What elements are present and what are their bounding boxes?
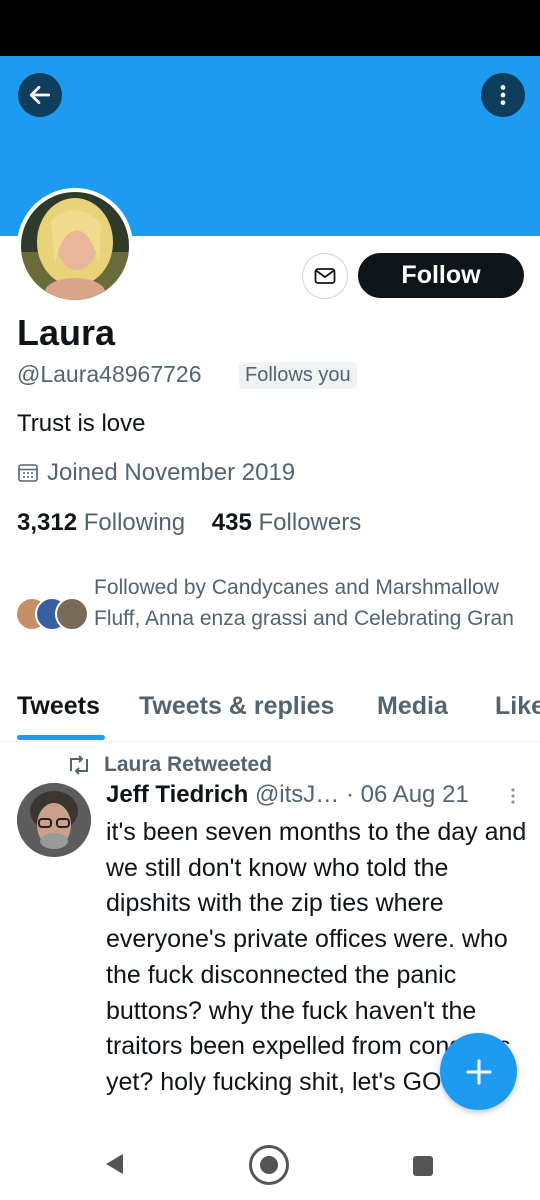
- mutual-avatar: [55, 597, 89, 631]
- status-bar: [0, 0, 540, 56]
- active-tab-indicator: [17, 735, 105, 740]
- tab-media[interactable]: Media: [377, 692, 448, 721]
- followers-label: Followers: [258, 509, 362, 536]
- profile-avatar[interactable]: [17, 188, 133, 304]
- home-dot-icon: [260, 1156, 278, 1174]
- profile-bio: Trust is love: [17, 410, 146, 437]
- plus-icon: [466, 1059, 491, 1084]
- nav-recents-button[interactable]: [413, 1156, 433, 1176]
- more-options-button[interactable]: [481, 73, 525, 117]
- mutual-followers-avatars[interactable]: [15, 597, 90, 633]
- tweet-separator: ·: [345, 781, 354, 808]
- envelope-icon: [314, 268, 336, 284]
- calendar-icon: [18, 464, 38, 482]
- retweet-label: Laura Retweeted: [104, 753, 273, 776]
- retweet-indicator: Laura Retweeted: [66, 753, 272, 777]
- joined-text: Joined November 2019: [47, 459, 296, 486]
- followed-by-text[interactable]: Followed by Candycanes and Marshmallow F…: [94, 572, 514, 634]
- followers-count: 435: [211, 509, 252, 536]
- joined-date: Joined November 2019: [17, 459, 295, 487]
- tweet-date: 06 Aug 21: [360, 781, 469, 808]
- vertical-dots-icon: [511, 788, 515, 804]
- following-label: Following: [83, 509, 186, 536]
- tweet-header: Jeff Tiedrich @itsJ… · 06 Aug 21: [106, 781, 469, 809]
- back-button[interactable]: [18, 73, 62, 117]
- followers-link[interactable]: 435 Followers: [212, 509, 361, 536]
- tweet-menu-button[interactable]: [506, 786, 520, 811]
- compose-tweet-button[interactable]: [440, 1033, 517, 1110]
- tweet-author-handle: @itsJ…: [254, 781, 340, 808]
- message-button[interactable]: [302, 253, 348, 299]
- tweet-author-name[interactable]: Jeff Tiedrich: [106, 781, 248, 808]
- profile-tabs: Tweets Tweets & replies Media Likes: [0, 690, 540, 742]
- nav-back-icon[interactable]: [103, 1152, 127, 1176]
- follow-counts: 3,312 Following 435 Followers: [17, 509, 361, 537]
- tab-likes[interactable]: Likes: [495, 692, 540, 721]
- tweet-author-avatar[interactable]: [17, 783, 91, 857]
- nav-home-button[interactable]: [249, 1145, 289, 1185]
- profile-handle: @Laura48967726: [17, 361, 202, 387]
- tab-tweets-replies[interactable]: Tweets & replies: [139, 692, 334, 721]
- tab-tweets[interactable]: Tweets: [17, 692, 100, 721]
- follows-you-badge: Follows you: [239, 362, 357, 389]
- vertical-dots-icon: [500, 85, 506, 105]
- arrow-left-icon: [29, 86, 51, 104]
- following-link[interactable]: 3,312 Following: [17, 509, 185, 536]
- profile-name: Laura: [17, 312, 116, 353]
- retweet-icon: [70, 755, 88, 775]
- follow-button[interactable]: Follow: [358, 253, 524, 298]
- following-count: 3,312: [17, 509, 78, 536]
